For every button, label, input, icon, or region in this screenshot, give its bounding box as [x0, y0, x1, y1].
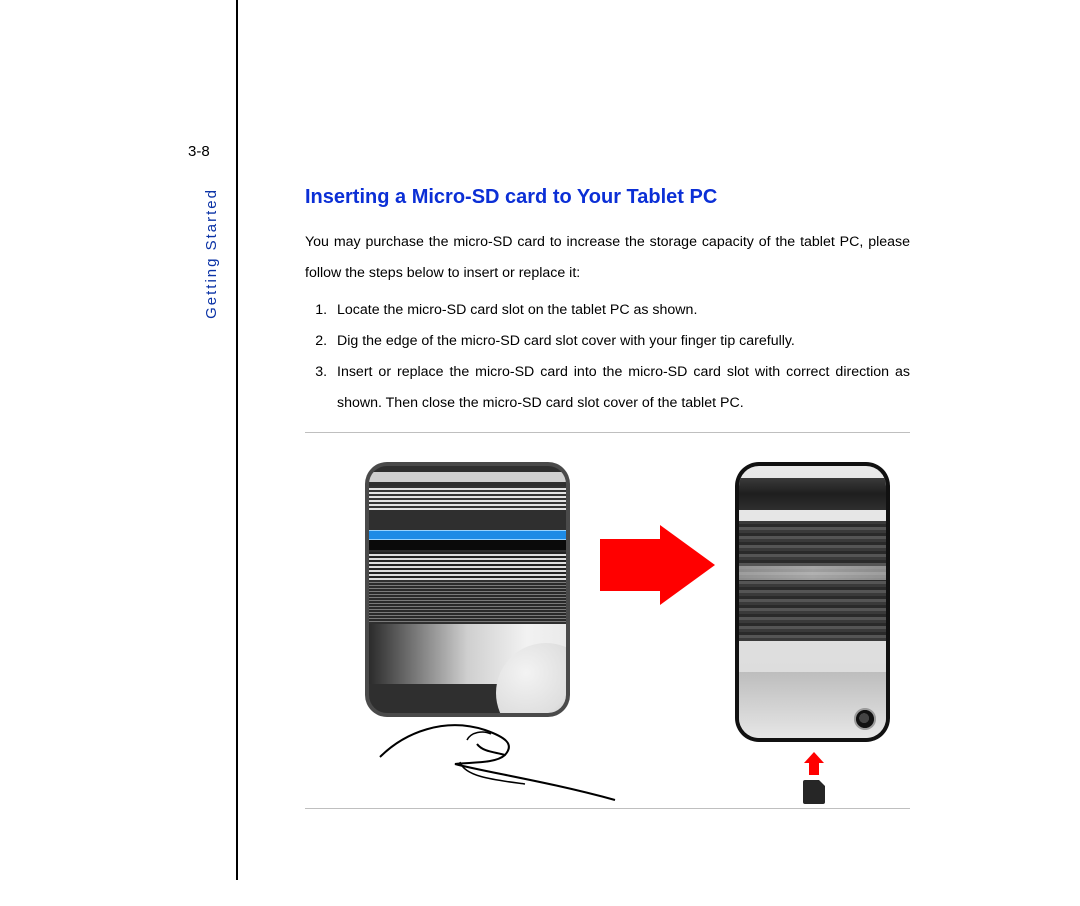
step-item-2: Dig the edge of the micro-SD card slot c…: [331, 326, 910, 357]
step-item-1: Locate the micro-SD card slot on the tab…: [331, 295, 910, 326]
instruction-figure: [305, 450, 910, 805]
tablet-back-surface: [739, 466, 886, 738]
arrow-right-icon: [600, 525, 715, 605]
page-number: 3-8: [188, 143, 210, 160]
camera-icon: [856, 710, 874, 728]
section-label: Getting Started: [203, 188, 220, 319]
tablet-left-illustration: [365, 462, 570, 717]
microsd-insert-icon: [800, 752, 828, 808]
step-item-3: Insert or replace the micro-SD card into…: [331, 357, 910, 419]
microsd-card-icon: [803, 780, 825, 804]
page-content: Inserting a Micro-SD card to Your Tablet…: [305, 186, 910, 419]
figure-top-divider: [305, 432, 910, 433]
tablet-left-screen: [369, 466, 566, 713]
figure-bottom-divider: [305, 808, 910, 809]
finger-drawing-icon: [375, 722, 635, 812]
steps-list: Locate the micro-SD card slot on the tab…: [305, 295, 910, 419]
page-title: Inserting a Micro-SD card to Your Tablet…: [305, 186, 910, 209]
vertical-divider: [236, 0, 238, 880]
intro-paragraph: You may purchase the micro-SD card to in…: [305, 227, 910, 289]
blue-stripe-icon: [369, 530, 566, 540]
tablet-right-illustration: [735, 462, 890, 742]
